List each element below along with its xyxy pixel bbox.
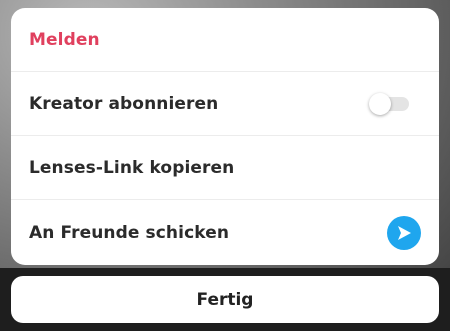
report-item[interactable]: Melden (11, 8, 439, 72)
done-button[interactable]: Fertig (11, 276, 439, 323)
done-button-label: Fertig (196, 289, 254, 310)
send-to-friends-label: An Freunde schicken (29, 222, 230, 243)
action-sheet: Melden Kreator abonnieren Lenses-Link ko… (11, 8, 439, 265)
send-arrow-icon[interactable] (387, 215, 421, 250)
send-to-friends-item[interactable]: An Freunde schicken (11, 200, 439, 265)
report-label: Melden (29, 29, 100, 50)
copy-lens-link-label: Lenses-Link kopieren (29, 157, 235, 178)
subscribe-creator-label: Kreator abonnieren (29, 93, 219, 114)
subscribe-toggle[interactable] (369, 92, 409, 115)
subscribe-creator-item[interactable]: Kreator abonnieren (11, 72, 439, 136)
copy-lens-link-item[interactable]: Lenses-Link kopieren (11, 136, 439, 200)
toggle-knob (369, 92, 391, 115)
